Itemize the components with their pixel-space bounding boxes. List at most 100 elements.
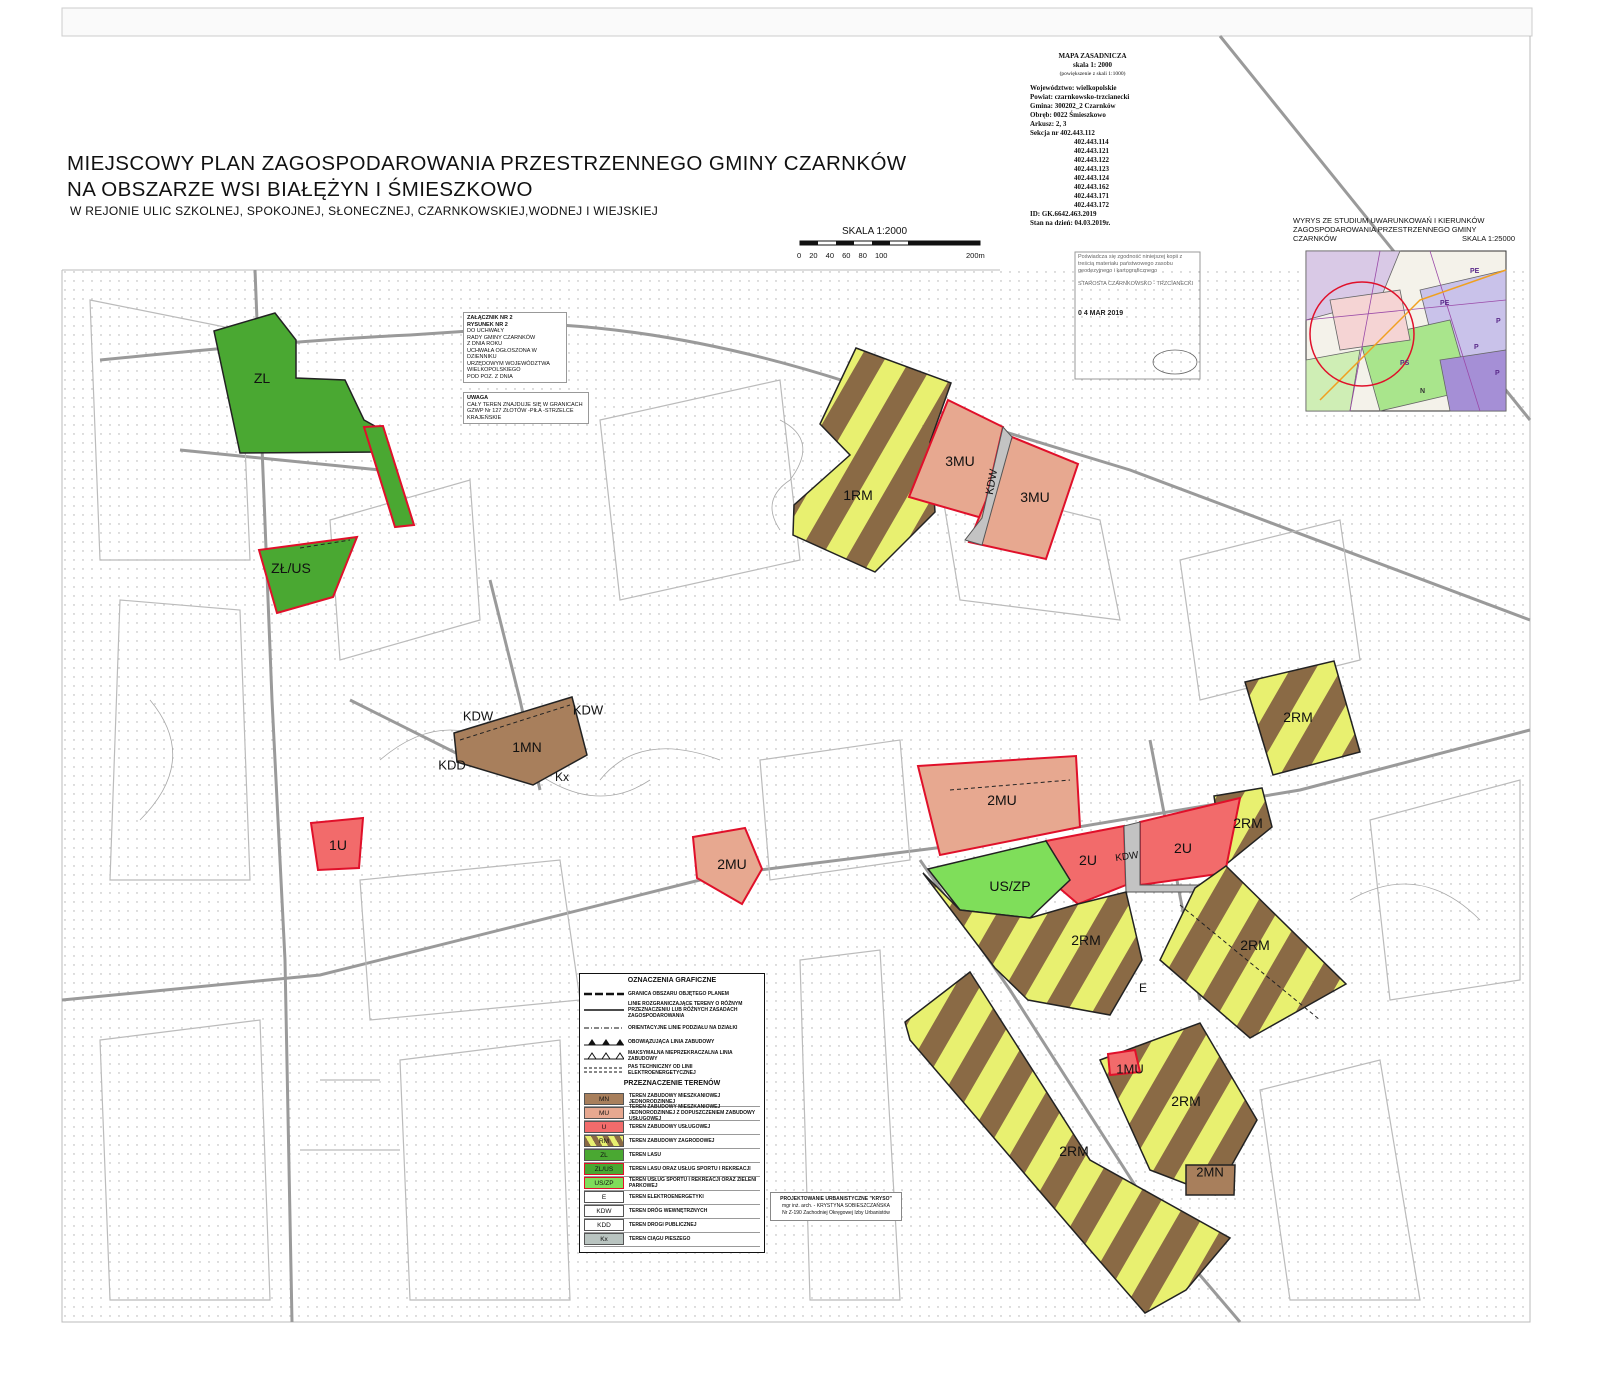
zone-label: 3MU <box>1020 489 1050 505</box>
legend-symbol-row: PAS TECHNICZNY OD LINII ELEKTROENERGETYC… <box>584 1064 760 1076</box>
legend-swatch: RM <box>584 1135 624 1147</box>
designer-line: mgr inż. arch. - KRYSTYNA SOBIESZCZAŃSKA <box>782 1203 890 1209</box>
sheet-section: 402.443.171 <box>1074 192 1109 200</box>
wyrys-header: WYRYS ZE STUDIUM UWARUNKOWAŃ I KIERUNKÓW… <box>1293 216 1515 243</box>
legend-swatch: MN <box>584 1093 624 1105</box>
zone-label: 2MN <box>1196 1164 1224 1180</box>
legend-row: ZL/US TEREN LASU ORAZ USŁUG SPORTU I REKR… <box>584 1162 760 1177</box>
legend-symbol-text: MAKSYMALNA NIEPRZEKRACZALNA LINIA ZABUDO… <box>628 1050 733 1062</box>
sheet-section: 402.443.172 <box>1074 201 1109 209</box>
sheet-section: 402.443.123 <box>1074 165 1109 173</box>
legend-row: Kx TEREN CIĄGU PIESZEGO <box>584 1232 760 1247</box>
sheet-scale: skala 1: 2000 <box>1073 61 1112 69</box>
legend-row: MU TEREN ZABUDOWY MIESZKANIOWEJ JEDNORODZ… <box>584 1104 760 1122</box>
sheet-sekcja: Sekcja nr 402.443.112 <box>1030 129 1095 137</box>
legend-row: RM TEREN ZABUDOWY ZAGRODOWEJ <box>584 1134 760 1149</box>
certification-stamp: Poświadcza się zgodność niniejszej kopii… <box>1078 254 1198 317</box>
scale-label: SKALA 1:2000 <box>842 226 908 237</box>
legend-row: U TEREN ZABUDOWY USŁUGOWEJ <box>584 1120 760 1135</box>
legend-swatch: U <box>584 1121 624 1133</box>
zone-label: ZŁ/US <box>271 560 311 576</box>
legend-symbol-text: PAS TECHNICZNY OD LINII ELEKTROENERGETYC… <box>628 1064 696 1076</box>
zone-label: 2RM <box>1283 709 1313 725</box>
legend-symbol-text: ORIENTACYJNE LINIE PODZIAŁU NA DZIAŁKI <box>628 1025 738 1031</box>
legend-text: TEREN DRÓG WEWNĘTRZNYCH <box>629 1208 708 1214</box>
legend-symbol-row: GRANICA OBSZARU OBJĘTEGO PLANEM <box>584 988 760 1000</box>
wyrys-line3-left: CZARNKÓW <box>1293 234 1337 243</box>
sheet-powiat: Powiat: czarnkowsko-trzcianecki <box>1030 93 1130 101</box>
stamp-office: STAROSTA CZARNKOWSKO - TRZCIANECKI <box>1078 281 1194 287</box>
zone-label: 2RM <box>1233 815 1263 831</box>
mandatory-line-icon <box>584 1039 624 1046</box>
zone-label: KDW <box>462 708 494 724</box>
sheet-obreb: Obręb: 0022 Śmieszkowo <box>1030 111 1106 119</box>
stamp-date: 0 4 MAR 2019 <box>1078 310 1124 317</box>
zone-label: 1U <box>329 837 347 853</box>
legend-swatch: ZL/US <box>584 1163 624 1175</box>
legend-swatch: ZL <box>584 1149 624 1161</box>
zone-label: 3MU <box>945 453 975 469</box>
legend-swatch: E <box>584 1191 624 1203</box>
designer-box: PROJEKTOWANIE URBANISTYCZNE "KRYSO" mgr … <box>770 1192 902 1221</box>
zone-label: 2RM <box>1171 1093 1201 1109</box>
boundary-line-icon <box>584 992 624 996</box>
wyrys-label: P <box>1474 344 1479 351</box>
zone-label: US/ZP <box>989 878 1031 894</box>
legend-symbol-row: LINIE ROZGRANICZAJĄCE TERENY O RÓŻNYM PR… <box>584 1000 760 1020</box>
sheet-section: 402.443.162 <box>1074 183 1109 191</box>
wyrys-label: PE <box>1440 300 1450 307</box>
legend-text: TEREN LASU ORAZ USŁUG SPORTU I REKREACJI <box>629 1166 751 1172</box>
legend-symbol-row: OBOWIĄZUJĄCA LINIA ZABUDOWY <box>584 1036 760 1048</box>
legend-text: TEREN DROGI PUBLICZNEJ <box>629 1222 697 1228</box>
legend-swatch: Kx <box>584 1233 624 1245</box>
scale-end-label: 200m <box>966 251 985 260</box>
legend-text: TEREN ZABUDOWY ZAGRODOWEJ <box>629 1138 715 1144</box>
wyrys-line2: ZAGOSPODAROWANIA PRZESTRZENNEGO GMINY <box>1293 225 1477 234</box>
designer-line: Nr Z-190 Zachodniej Okręgowej Izby Urban… <box>782 1210 890 1216</box>
zone-label: 2U <box>1079 852 1097 868</box>
zone-label: 2RM <box>1071 932 1101 948</box>
wyrys-line1: WYRYS ZE STUDIUM UWARUNKOWAŃ I KIERUNKÓW <box>1293 216 1485 225</box>
top-strip <box>61 7 1533 37</box>
designer-line: PROJEKTOWANIE URBANISTYCZNE "KRYSO" <box>780 1196 892 1202</box>
legend-zones-title: PRZEZNACZENIE TERENÓW <box>623 1080 721 1087</box>
sheet-arkusz: Arkusz: 2, 3 <box>1030 120 1067 128</box>
wyrys-label: N <box>1420 388 1426 395</box>
zone-label: 1MU <box>1116 1061 1144 1077</box>
sheet-section: 402.443.122 <box>1074 156 1109 164</box>
wyrys-label: PE <box>1470 268 1480 275</box>
zone-label: E <box>1138 981 1148 995</box>
zone-label: 1RM <box>843 487 873 503</box>
wyrys-label: PS <box>1400 360 1410 367</box>
legend-swatch: KDW <box>584 1205 624 1217</box>
legend-row: KDD TEREN DROGI PUBLICZNEJ <box>584 1218 760 1233</box>
power-strip-icon <box>584 1067 624 1073</box>
zone-label: 2RM <box>1240 937 1270 953</box>
note-box: UWAGA CAŁY TEREN ZNAJDUJE SIĘ W GRANICAC… <box>463 392 589 424</box>
legend-row: E TEREN ELEKTROENERGETYKI <box>584 1190 760 1205</box>
legend-row: KDW TEREN DRÓG WEWNĘTRZNYCH <box>584 1204 760 1219</box>
legend-text: TEREN USŁUG SPORTU I REKREACJI ORAZ ZIEL… <box>629 1177 757 1189</box>
zone-label: 2MU <box>717 856 747 872</box>
zone-label: KDD <box>438 757 466 773</box>
wyrys-label: P <box>1496 318 1501 325</box>
sheet-section: 402.443.114 <box>1074 138 1109 146</box>
zone-label: Kx <box>554 770 570 784</box>
map-legend: OZNACZENIA GRAFICZNE GRANICA OBSZARU OBJ… <box>579 973 765 1253</box>
zone-label: KDW <box>572 702 604 718</box>
zone-label: 2RM <box>1059 1143 1089 1159</box>
plan-title-line2: NA OBSZARZE WSI BIAŁĘŻYN I ŚMIESZKOWO <box>67 178 533 201</box>
note-body: CAŁY TEREN ZNAJDUJE SIĘ W GRANICACH GZWP… <box>467 401 583 421</box>
wyrys-scale: SKALA 1:25000 <box>1462 234 1515 243</box>
zone-label: 2U <box>1174 840 1192 856</box>
legend-title: OZNACZENIA GRAFICZNE <box>627 977 717 984</box>
legend-text: TEREN CIĄGU PIESZEGO <box>629 1236 691 1242</box>
stamp-text: Poświadcza się zgodność niniejszej kopii… <box>1078 254 1183 274</box>
legend-symbol-text: GRANICA OBSZARU OBJĘTEGO PLANEM <box>628 991 729 997</box>
plan-title-line1: MIEJSCOWY PLAN ZAGOSPODAROWANIA PRZESTRZ… <box>67 152 907 175</box>
legend-row: US/ZP TEREN USŁUG SPORTU I REKREACJI ORAZ… <box>584 1176 760 1191</box>
sheet-section: 402.443.124 <box>1074 174 1109 182</box>
legend-text: TEREN ZABUDOWY USŁUGOWEJ <box>629 1124 711 1130</box>
annex-line: POD POZ. Z DNIA <box>467 373 513 380</box>
legend-symbol-text: OBOWIĄZUJĄCA LINIA ZABUDOWY <box>628 1039 715 1045</box>
